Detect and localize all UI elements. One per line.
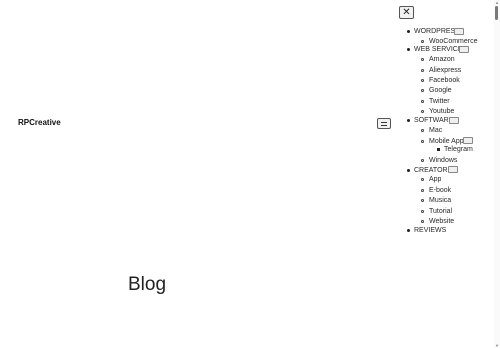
bullet-icon bbox=[421, 220, 424, 223]
bullet-icon bbox=[421, 210, 424, 213]
bullet-icon bbox=[421, 140, 424, 143]
bullet-icon bbox=[421, 100, 424, 103]
bullet-icon bbox=[421, 40, 424, 43]
bullet-icon bbox=[407, 169, 410, 172]
bullet-icon bbox=[421, 79, 424, 82]
bullet-icon bbox=[421, 58, 424, 61]
menu-item-app[interactable]: App bbox=[429, 175, 441, 184]
bullet-icon bbox=[407, 229, 410, 232]
menu-item-amazon[interactable]: Amazon bbox=[429, 55, 455, 64]
menu-item-reviews[interactable]: REVIEWS bbox=[414, 226, 446, 235]
menu-item-telegram[interactable]: Telegram bbox=[444, 145, 473, 154]
menu-item-tutorial[interactable]: Tutorial bbox=[429, 207, 452, 216]
scroll-down-icon[interactable]: ▼ bbox=[494, 343, 500, 348]
bullet-icon bbox=[421, 89, 424, 92]
menu-item-facebook[interactable]: Facebook bbox=[429, 76, 460, 85]
menu-item-software[interactable]: SOFTWARE bbox=[414, 116, 453, 125]
scrollbar-thumb[interactable] bbox=[495, 6, 498, 20]
menu-item-e-book[interactable]: E-book bbox=[429, 186, 451, 195]
menu-item-youtube[interactable]: Youtube bbox=[429, 107, 454, 116]
menu-item-creators[interactable]: CREATORS bbox=[414, 166, 452, 175]
bullet-icon bbox=[407, 119, 410, 122]
bullet-icon bbox=[421, 178, 424, 181]
bullet-icon bbox=[421, 69, 424, 72]
bullet-icon bbox=[421, 110, 424, 113]
menu-item-mac[interactable]: Mac bbox=[429, 126, 442, 135]
submenu-toggle-wordpress[interactable] bbox=[454, 28, 464, 35]
bullet-icon bbox=[421, 189, 424, 192]
submenu-toggle-software[interactable] bbox=[449, 117, 459, 124]
submenu-toggle-creators[interactable] bbox=[448, 166, 458, 173]
bullet-icon bbox=[421, 159, 424, 162]
bullet-icon bbox=[421, 199, 424, 202]
page-title: Blog bbox=[128, 274, 167, 295]
menu-item-windows[interactable]: Windows bbox=[429, 156, 457, 165]
scroll-up-icon[interactable]: ▲ bbox=[494, 0, 500, 5]
submenu-toggle-mobile-app[interactable] bbox=[463, 137, 473, 144]
menu-item-musica[interactable]: Musica bbox=[429, 196, 451, 205]
bullet-icon bbox=[437, 148, 440, 151]
menu-item-website[interactable]: Website bbox=[429, 217, 454, 226]
bullet-icon bbox=[421, 129, 424, 132]
menu-item-aliexpress[interactable]: Aliexpress bbox=[429, 66, 461, 75]
menu-item-google[interactable]: Google bbox=[429, 86, 452, 95]
scrollbar[interactable]: ▲ ▼ bbox=[494, 0, 500, 348]
bullet-icon bbox=[407, 30, 410, 33]
menu-item-twitter[interactable]: Twitter bbox=[429, 97, 450, 106]
bullet-icon bbox=[407, 48, 410, 51]
submenu-toggle-web-services[interactable] bbox=[459, 46, 469, 53]
navigation-menu: WORDPRESS WooCommerce WEB SERVICES Amazo… bbox=[0, 0, 500, 348]
